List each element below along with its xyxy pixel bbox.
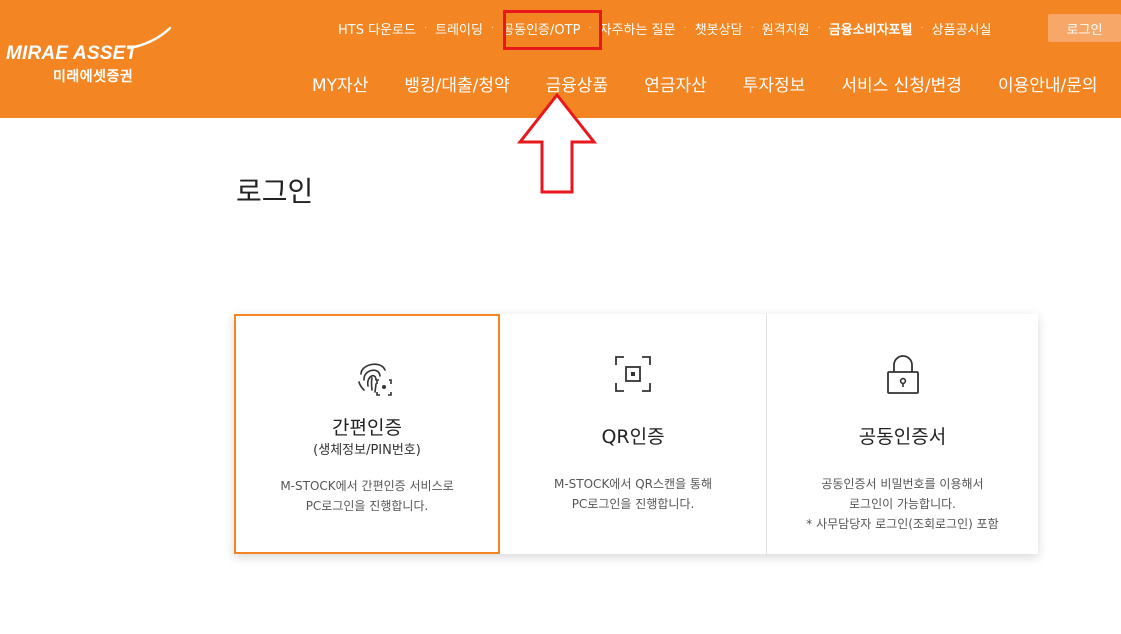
- util-separator: ·: [817, 22, 821, 34]
- nav-help[interactable]: 이용안내/문의: [998, 71, 1098, 96]
- util-trading[interactable]: 트레이딩: [435, 19, 483, 38]
- certificate-desc-line2: 로그인이 가능합니다.: [849, 497, 956, 511]
- simple-auth-card[interactable]: 간편인증 (생체정보/PIN번호) M-STOCK에서 간편인증 서비스로 PC…: [234, 314, 500, 554]
- main-nav: MY자산 뱅킹/대출/청약 금융상품 연금자산 투자정보 서비스 신청/변경 이…: [312, 71, 1121, 96]
- login-method-cards: 간편인증 (생체정보/PIN번호) M-STOCK에서 간편인증 서비스로 PC…: [234, 314, 1038, 554]
- logo-korean: 미래에셋증권: [53, 69, 134, 85]
- highlight-box-annotation: [503, 10, 602, 50]
- util-hts-download[interactable]: HTS 다운로드: [338, 19, 416, 38]
- util-consumer-portal[interactable]: 금융소비자포털: [829, 19, 913, 38]
- logo-english: MIRAE ASSET: [6, 43, 138, 64]
- nav-service-change[interactable]: 서비스 신청/변경: [841, 71, 962, 96]
- brand-logo[interactable]: MIRAE ASSET 미래에셋증권: [6, 26, 172, 88]
- nav-my-assets[interactable]: MY자산: [312, 71, 368, 96]
- util-separator: ·: [920, 22, 924, 34]
- nav-investment-info[interactable]: 투자정보: [743, 71, 806, 96]
- util-separator: ·: [490, 22, 495, 34]
- qr-auth-desc-line1: M-STOCK에서 QR스캔을 통해: [553, 477, 713, 491]
- util-chatbot[interactable]: 챗봇상담: [695, 19, 743, 38]
- up-arrow-annotation: [516, 92, 598, 194]
- nav-banking[interactable]: 뱅킹/대출/청약: [404, 71, 509, 96]
- nav-pension[interactable]: 연금자산: [644, 71, 707, 96]
- util-separator: ·: [683, 22, 687, 34]
- util-remote-support[interactable]: 원격지원: [762, 19, 810, 38]
- certificate-card[interactable]: 공동인증서 공동인증서 비밀번호를 이용해서 로그인이 가능합니다. * 사무담…: [767, 314, 1038, 554]
- simple-auth-desc-line1: M-STOCK에서 간편인증 서비스로: [280, 479, 454, 493]
- certificate-desc-line1: 공동인증서 비밀번호를 이용해서: [821, 477, 984, 491]
- qr-auth-card[interactable]: QR인증 M-STOCK에서 QR스캔을 통해 PC로그인을 진행합니다.: [500, 314, 767, 554]
- util-separator: ·: [423, 22, 428, 34]
- util-separator: ·: [750, 22, 754, 34]
- util-faq[interactable]: 자주하는 질문: [600, 19, 676, 38]
- util-product-disclosure[interactable]: 상품공시실: [932, 19, 992, 38]
- qr-scan-icon: [615, 356, 651, 392]
- simple-auth-title: 간편인증: [332, 417, 402, 439]
- page-title: 로그인: [236, 175, 314, 208]
- login-button[interactable]: 로그인: [1048, 14, 1121, 42]
- simple-auth-desc-line2: PC로그인을 진행합니다.: [305, 499, 429, 513]
- fingerprint-icon: [358, 363, 392, 396]
- certificate-desc-line3: * 사무담당자 로그인(조회로그인) 포함: [806, 517, 999, 531]
- padlock-icon: [886, 355, 919, 394]
- certificate-title: 공동인증서: [858, 426, 947, 448]
- simple-auth-subtitle: (생체정보/PIN번호): [313, 443, 421, 458]
- qr-auth-desc-line2: PC로그인을 진행합니다.: [571, 497, 695, 511]
- utility-nav: HTS 다운로드 · 트레이딩 · 공동인증/OTP · 자주하는 질문 · 챗…: [338, 18, 991, 38]
- qr-auth-title: QR인증: [601, 426, 665, 448]
